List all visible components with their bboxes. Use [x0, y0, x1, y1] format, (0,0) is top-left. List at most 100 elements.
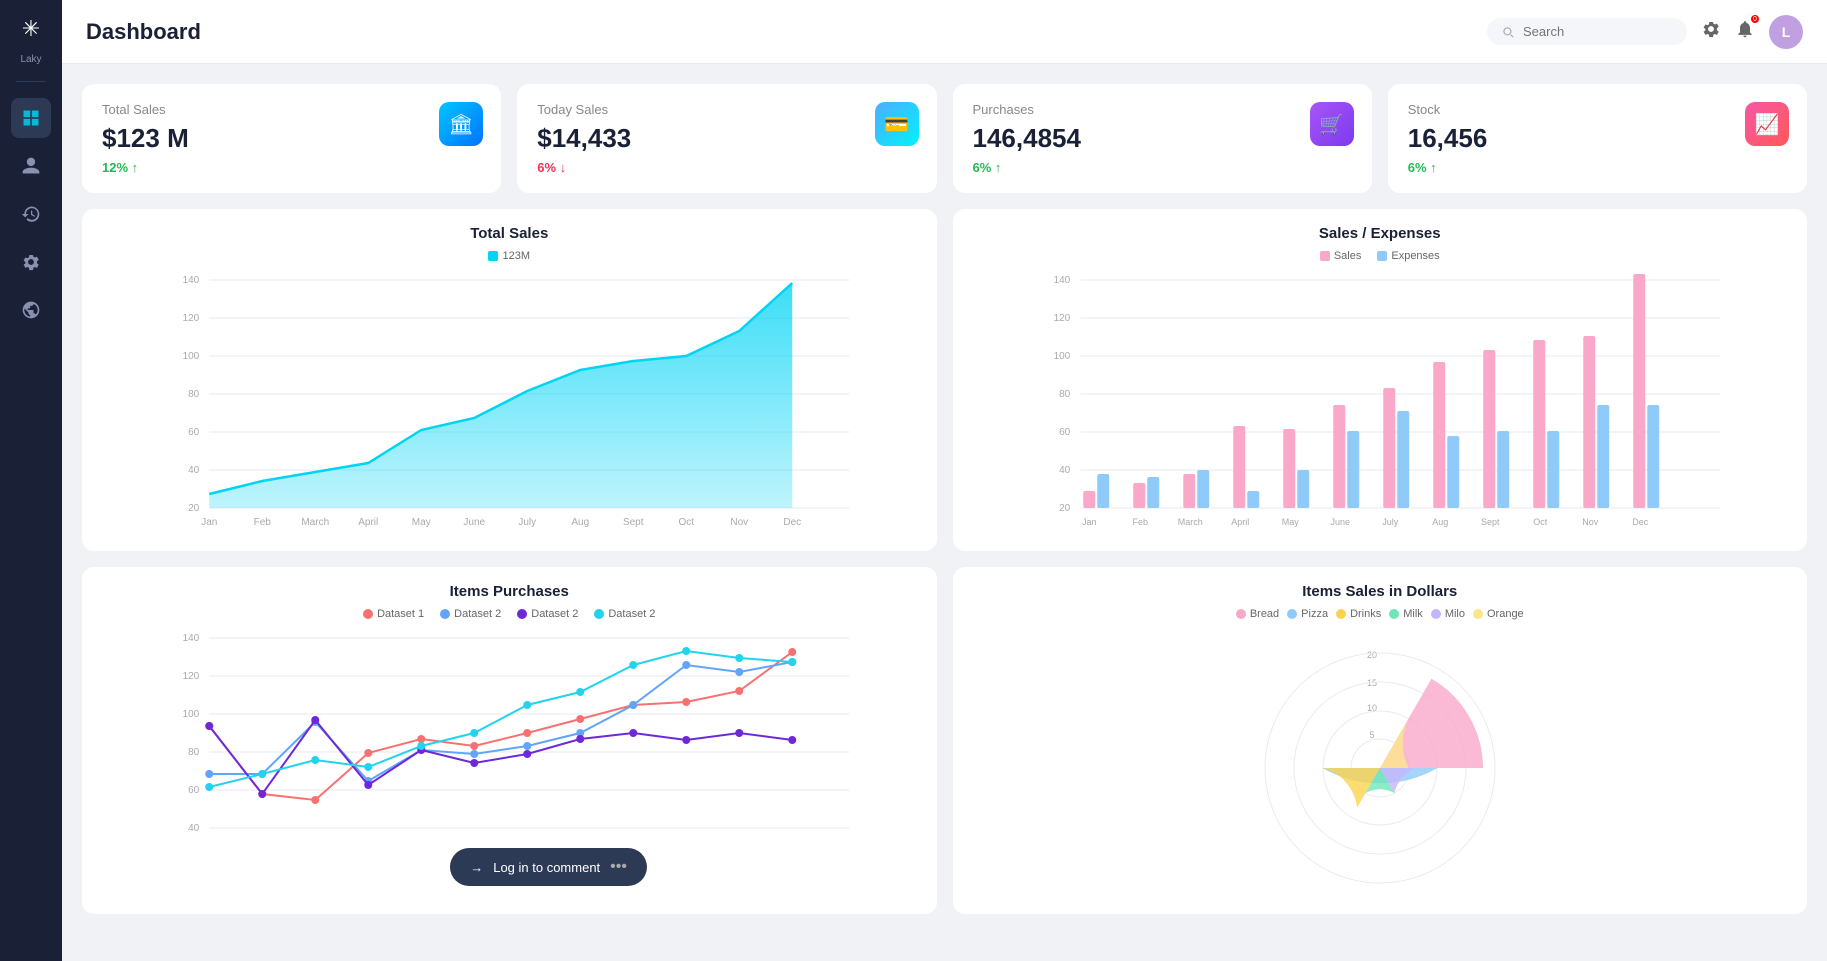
svg-text:140: 140	[1053, 275, 1070, 286]
svg-text:100: 100	[183, 351, 200, 362]
sidebar-user-name: Laky	[20, 54, 41, 65]
bread-label: Bread	[1250, 608, 1279, 620]
stat-icon-stock: 📈	[1745, 102, 1789, 146]
settings-icon[interactable]	[1701, 19, 1721, 44]
stat-icon-purchases: 🛒	[1310, 102, 1354, 146]
page-title: Dashboard	[86, 19, 201, 45]
expenses-legend-label: Expenses	[1391, 250, 1439, 262]
stat-label-stock: Stock	[1408, 102, 1787, 117]
svg-text:40: 40	[1059, 465, 1071, 476]
stat-change-total-sales: 12% ↑	[102, 160, 481, 175]
stat-label-purchases: Purchases	[973, 102, 1352, 117]
total-sales-svg: 140 120 100 80 60 40 20	[98, 270, 921, 530]
milo-label: Milo	[1445, 608, 1465, 620]
search-input[interactable]	[1523, 24, 1663, 39]
svg-text:Dec: Dec	[1632, 517, 1649, 527]
search-box[interactable]	[1487, 18, 1687, 45]
stat-cards: Total Sales $123 M 12% ↑ 🏛 Today Sales $…	[82, 84, 1807, 193]
svg-text:20: 20	[1059, 503, 1071, 514]
sidebar-item-history[interactable]	[11, 194, 51, 234]
sidebar-item-globe[interactable]	[11, 290, 51, 330]
svg-text:40: 40	[188, 823, 200, 834]
stat-card-total-sales: Total Sales $123 M 12% ↑ 🏛	[82, 84, 501, 193]
svg-text:July: July	[1382, 517, 1399, 527]
svg-text:Oct: Oct	[1533, 517, 1548, 527]
svg-text:May: May	[412, 517, 431, 528]
comment-popup-more[interactable]: •••	[610, 858, 627, 876]
svg-text:80: 80	[188, 747, 200, 758]
items-sales-legend: Bread Pizza Drinks Milk Milo Orange	[969, 608, 1792, 620]
svg-text:Jan: Jan	[201, 517, 217, 528]
svg-text:June: June	[1330, 517, 1350, 527]
sales-expenses-legend: Sales Expenses	[969, 250, 1792, 262]
avatar[interactable]: L	[1769, 15, 1803, 49]
sidebar-logo: ✳	[22, 16, 40, 42]
svg-text:120: 120	[183, 671, 200, 682]
stat-label-total-sales: Total Sales	[102, 102, 481, 117]
sales-expenses-chart: Sales / Expenses Sales Expenses 140	[953, 209, 1808, 551]
svg-text:140: 140	[183, 633, 200, 644]
stat-icon-total-sales: 🏛	[439, 102, 483, 146]
stat-label-today-sales: Today Sales	[537, 102, 916, 117]
items-purchases-title: Items Purchases	[98, 583, 921, 600]
sidebar-divider	[16, 81, 46, 82]
sidebar-item-dashboard[interactable]	[11, 98, 51, 138]
stat-change-purchases: 6% ↑	[973, 160, 1352, 175]
svg-text:20: 20	[188, 503, 200, 514]
pizza-label: Pizza	[1301, 608, 1328, 620]
drinks-label: Drinks	[1350, 608, 1381, 620]
svg-text:80: 80	[188, 389, 200, 400]
svg-text:60: 60	[188, 427, 200, 438]
stat-value-total-sales: $123 M	[102, 123, 481, 154]
dataset2a-label: Dataset 2	[454, 608, 501, 620]
svg-text:April: April	[358, 517, 378, 528]
svg-text:100: 100	[1053, 351, 1070, 362]
svg-text:Sept: Sept	[1480, 517, 1499, 527]
sidebar: ✳ Laky	[0, 0, 62, 961]
svg-text:Feb: Feb	[254, 517, 272, 528]
items-sales-polar-svg: 20 15 10 5	[1230, 638, 1530, 898]
svg-text:Feb: Feb	[1132, 517, 1148, 527]
svg-text:Aug: Aug	[1432, 517, 1448, 527]
charts-row-2: Items Purchases Dataset 1 Dataset 2 Data…	[82, 567, 1807, 914]
stat-change-today-sales: 6% ↓	[537, 160, 916, 175]
notification-badge: 0	[1751, 15, 1759, 23]
svg-text:July: July	[518, 517, 536, 528]
svg-text:Aug: Aug	[571, 517, 589, 528]
svg-text:Sept: Sept	[623, 517, 644, 528]
comment-popup-icon: →	[470, 860, 483, 875]
svg-text:Oct: Oct	[678, 517, 694, 528]
total-sales-legend: 123M	[98, 250, 921, 262]
dataset1-label: Dataset 1	[377, 608, 424, 620]
svg-text:5: 5	[1369, 730, 1374, 740]
svg-text:40: 40	[188, 465, 200, 476]
sales-expenses-svg: 140 120 100 80 60 40 20	[969, 270, 1792, 530]
header: Dashboard 0 L	[62, 0, 1827, 64]
comment-popup[interactable]: → Log in to comment •••	[450, 848, 647, 886]
stat-card-stock: Stock 16,456 6% ↑ 📈	[1388, 84, 1807, 193]
svg-text:Nov: Nov	[730, 517, 748, 528]
sales-legend-label: Sales	[1334, 250, 1362, 262]
items-purchases-chart: Items Purchases Dataset 1 Dataset 2 Data…	[82, 567, 937, 914]
stat-value-purchases: 146,4854	[973, 123, 1352, 154]
svg-text:April: April	[1231, 517, 1249, 527]
header-right: 0 L	[1487, 15, 1803, 49]
svg-text:June: June	[463, 517, 485, 528]
svg-text:Nov: Nov	[1582, 517, 1599, 527]
svg-text:May: May	[1281, 517, 1299, 527]
notifications-icon[interactable]: 0	[1735, 19, 1755, 44]
charts-row-1: Total Sales 123M 140 120 100	[82, 209, 1807, 551]
milk-label: Milk	[1403, 608, 1423, 620]
items-purchases-legend: Dataset 1 Dataset 2 Dataset 2 Dataset 2	[98, 608, 921, 620]
sidebar-item-users[interactable]	[11, 146, 51, 186]
dataset2c-label: Dataset 2	[608, 608, 655, 620]
stat-card-today-sales: Today Sales $14,433 6% ↓ 💳	[517, 84, 936, 193]
total-sales-chart-title: Total Sales	[98, 225, 921, 242]
stat-value-stock: 16,456	[1408, 123, 1787, 154]
stat-icon-today-sales: 💳	[875, 102, 919, 146]
svg-text:March: March	[301, 517, 329, 528]
svg-text:80: 80	[1059, 389, 1071, 400]
svg-text:140: 140	[183, 275, 200, 286]
svg-text:Dec: Dec	[783, 517, 801, 528]
sidebar-item-settings[interactable]	[11, 242, 51, 282]
